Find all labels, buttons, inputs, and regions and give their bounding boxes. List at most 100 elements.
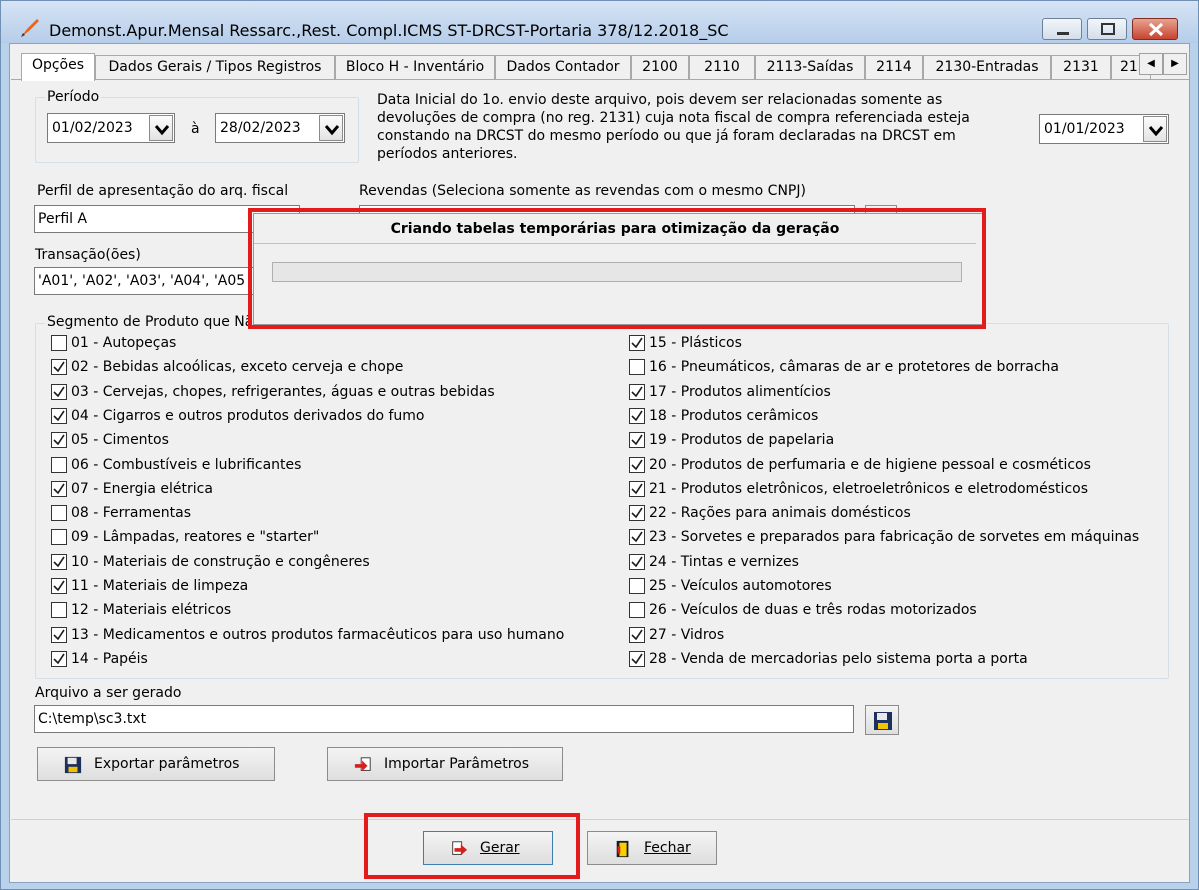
highlight-gerar-box xyxy=(364,813,580,879)
tab-label: Dados Contador xyxy=(506,59,620,75)
dropdown-button[interactable] xyxy=(149,115,173,141)
segment-checkbox[interactable] xyxy=(51,407,67,424)
checkmark-icon xyxy=(53,483,65,495)
segment-checkbox[interactable] xyxy=(51,480,67,497)
segment-checkbox[interactable] xyxy=(629,626,645,643)
checkmark-icon xyxy=(53,361,65,373)
checkmark-icon xyxy=(53,629,65,640)
checkmark-icon xyxy=(53,556,65,567)
tab-2131[interactable]: 2131 xyxy=(1051,55,1111,79)
segment-checkbox-label: 20 - Produtos de perfumaria e de higiene… xyxy=(649,456,1091,473)
transacao-value: 'A01', 'A02', 'A03', 'A04', 'A05 xyxy=(38,273,246,289)
periodo-end-value: 28/02/2023 xyxy=(220,120,301,136)
tab-label: 2131 xyxy=(1063,59,1099,75)
segment-checkbox-label: 03 - Cervejas, chopes, refrigerantes, ág… xyxy=(71,383,495,400)
segment-checkbox[interactable] xyxy=(51,626,67,643)
transacao-field[interactable]: 'A01', 'A02', 'A03', 'A04', 'A05 xyxy=(34,267,260,295)
arquivo-value: C:\temp\sc3.txt xyxy=(38,711,147,727)
segment-checkbox[interactable] xyxy=(629,553,645,570)
segment-checkbox-label: 13 - Medicamentos e outros produtos farm… xyxy=(71,626,565,643)
segment-checkbox[interactable] xyxy=(629,529,645,546)
segment-checkbox-label: 09 - Lâmpadas, reatores e "starter" xyxy=(71,529,320,546)
tab-strip: Opções Dados Gerais / Tipos Registros Bl… xyxy=(9,53,1189,81)
title-bar[interactable]: Demonst.Apur.Mensal Ressarc.,Rest. Compl… xyxy=(1,1,1198,43)
segment-checkbox[interactable] xyxy=(51,553,67,570)
transacao-label: Transação(ões) xyxy=(35,247,141,263)
chevron-left-icon: ◀ xyxy=(1147,58,1155,69)
checkmark-icon xyxy=(631,629,643,640)
fechar-button[interactable]: Fechar xyxy=(587,831,717,865)
segment-checkbox-label: 15 - Plásticos xyxy=(649,335,742,351)
checkmark-icon xyxy=(631,459,643,470)
tab-bloco-h[interactable]: Bloco H - Inventário xyxy=(335,55,495,79)
tab-2130-entradas[interactable]: 2130-Entradas xyxy=(923,55,1051,79)
tab-scroll-left-button[interactable]: ◀ xyxy=(1139,53,1163,75)
segment-checkbox[interactable] xyxy=(629,456,645,473)
tab-2100[interactable]: 2100 xyxy=(631,55,689,79)
data-inicial-combo[interactable]: 01/01/2023 xyxy=(1039,114,1169,144)
segment-checkbox[interactable] xyxy=(629,650,645,667)
tab-2113-saidas[interactable]: 2113-Saídas xyxy=(755,55,865,79)
segment-checkbox[interactable] xyxy=(51,602,67,619)
tab-label: 2110 xyxy=(704,59,740,75)
tab-dados-contador[interactable]: Dados Contador xyxy=(495,55,631,79)
periodo-end-combo[interactable]: 28/02/2023 xyxy=(215,113,345,143)
checkmark-icon xyxy=(631,386,643,397)
segment-checkbox-label: 02 - Bebidas alcoólicas, exceto cerveja … xyxy=(71,359,404,376)
bottom-separator xyxy=(11,819,1189,820)
dropdown-button[interactable] xyxy=(1143,116,1167,142)
checkmark-icon xyxy=(631,483,643,495)
segment-checkbox[interactable] xyxy=(629,505,645,522)
tab-2114[interactable]: 2114 xyxy=(865,55,923,79)
segment-checkbox[interactable] xyxy=(51,359,67,376)
segment-checkbox[interactable] xyxy=(51,383,67,400)
segment-checkbox[interactable] xyxy=(629,480,645,497)
maximize-button[interactable] xyxy=(1087,18,1127,40)
tab-dados-gerais[interactable]: Dados Gerais / Tipos Registros xyxy=(95,55,335,79)
dropdown-button[interactable] xyxy=(319,115,343,141)
periodo-separator: à xyxy=(191,121,200,137)
segment-checkbox[interactable] xyxy=(51,335,67,351)
tab-opcoes[interactable]: Opções xyxy=(21,53,95,81)
chevron-right-icon: ▶ xyxy=(1171,58,1179,69)
checkmark-icon xyxy=(53,653,65,665)
window-title: Demonst.Apur.Mensal Ressarc.,Rest. Compl… xyxy=(49,21,729,40)
tab-label: Bloco H - Inventário xyxy=(345,59,485,75)
segment-checkbox-label: 08 - Ferramentas xyxy=(71,505,191,522)
importar-parametros-button[interactable]: Importar Parâmetros xyxy=(327,747,563,781)
segment-checkbox[interactable] xyxy=(629,383,645,400)
tab-2110[interactable]: 2110 xyxy=(689,55,755,79)
minimize-button[interactable] xyxy=(1042,18,1082,40)
perfil-label: Perfil de apresentação do arq. fiscal xyxy=(37,183,289,199)
close-button[interactable] xyxy=(1132,18,1178,40)
segment-checkbox[interactable] xyxy=(629,407,645,424)
segment-checkbox[interactable] xyxy=(629,432,645,449)
segment-checkbox-label: 18 - Produtos cerâmicos xyxy=(649,407,819,424)
segment-checkbox[interactable] xyxy=(629,359,645,376)
checkmark-icon xyxy=(631,531,643,543)
segment-checkbox-label: 04 - Cigarros e outros produtos derivado… xyxy=(71,407,425,424)
segment-checkbox[interactable] xyxy=(51,578,67,594)
importar-label: Importar Parâmetros xyxy=(384,756,530,772)
segment-checkbox[interactable] xyxy=(629,335,645,351)
segment-checkbox-label: 26 - Veículos de duas e três rodas motor… xyxy=(649,602,977,619)
segment-checkbox[interactable] xyxy=(51,456,67,473)
segment-checkbox[interactable] xyxy=(51,650,67,667)
segment-checkbox-label: 27 - Vidros xyxy=(649,626,725,643)
segment-checkbox[interactable] xyxy=(629,602,645,619)
segment-checkbox-label: 05 - Cimentos xyxy=(71,432,169,449)
door-exit-icon xyxy=(616,840,629,858)
segment-checkbox[interactable] xyxy=(629,578,645,594)
segment-checkbox[interactable] xyxy=(51,505,67,522)
segment-checkbox[interactable] xyxy=(51,529,67,546)
segment-checkbox-label: 22 - Rações para animais domésticos xyxy=(649,505,911,522)
periodo-start-combo[interactable]: 01/02/2023 xyxy=(47,113,175,143)
segment-checkbox[interactable] xyxy=(51,432,67,449)
arquivo-browse-button[interactable] xyxy=(865,705,899,735)
segment-checkbox-label: 17 - Produtos alimentícios xyxy=(649,383,831,400)
checkmark-icon xyxy=(631,507,643,519)
exportar-parametros-button[interactable]: Exportar parâmetros xyxy=(37,747,275,781)
fechar-label: Fechar xyxy=(644,840,691,856)
arquivo-field[interactable]: C:\temp\sc3.txt xyxy=(34,705,854,733)
tab-scroll-right-button[interactable]: ▶ xyxy=(1163,53,1187,75)
